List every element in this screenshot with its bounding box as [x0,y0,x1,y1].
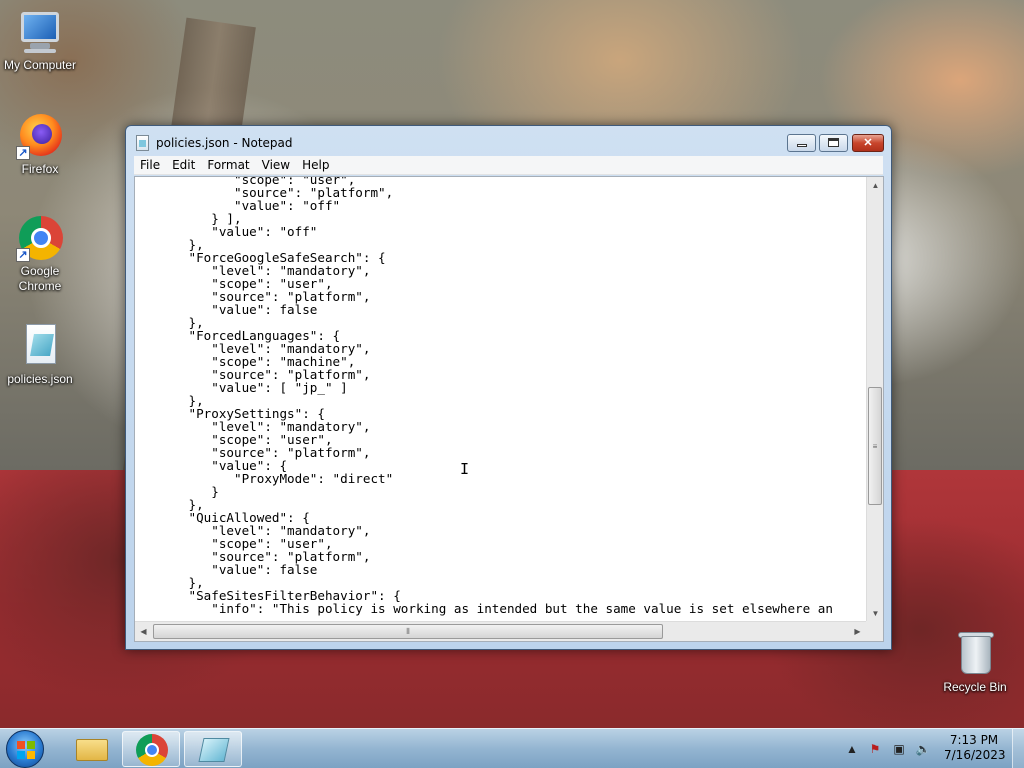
shortcut-arrow-icon: ↗ [16,146,30,160]
recycle-bin-icon [951,630,999,678]
taskbar-chrome-button[interactable] [122,731,180,767]
text-cursor-icon: I [460,460,470,478]
start-button[interactable] [6,730,44,768]
text-content[interactable]: "scope": "user", "source": "platform", "… [143,177,833,615]
desktop-icon-label: Google Chrome [18,264,62,293]
text-area[interactable]: "scope": "user", "source": "platform", "… [135,177,866,622]
menu-format[interactable]: Format [201,156,255,174]
text-line[interactable]: "value": [ "jp_" ] [143,381,833,394]
clock[interactable]: 7:13 PM 7/16/2023 [944,733,1006,763]
scroll-up-button[interactable]: ▲ [867,177,883,194]
maximize-icon [828,138,839,147]
text-editor[interactable]: "scope": "user", "source": "platform", "… [134,176,884,642]
computer-icon [16,8,64,56]
minimize-button[interactable] [787,134,816,152]
text-line[interactable]: } [143,485,833,498]
menu-view[interactable]: View [256,156,296,174]
scroll-left-button[interactable]: ◀ [135,622,152,641]
system-tray: ▲ ⚑ ▣ 🔈 [842,729,952,768]
menu-edit[interactable]: Edit [166,156,201,174]
volume-icon[interactable]: 🔈 [915,742,931,756]
desktop-icon-label: Firefox [21,162,59,176]
horizontal-scroll-thumb[interactable]: ⦀ [153,624,663,639]
chrome-icon: ↗ [16,214,64,262]
taskbar: ▲ ⚑ ▣ 🔈 7:13 PM 7/16/2023 [0,728,1024,768]
scroll-down-button[interactable]: ▼ [867,605,883,622]
text-line[interactable]: "value": "off" [143,225,833,238]
firefox-icon: ↗ [16,112,64,160]
network-icon[interactable]: ▣ [891,742,907,756]
desktop-icon-label: Recycle Bin [943,680,1007,694]
desktop-icon-policies-json[interactable]: policies.json [0,322,80,387]
scrollbar-corner [866,621,883,641]
action-center-flag-icon[interactable]: ⚑ [867,742,883,756]
desktop-icon-firefox[interactable]: ↗ Firefox [0,112,80,177]
title-bar[interactable]: policies.json - Notepad ✕ [126,126,891,158]
vertical-scroll-thumb[interactable]: ≡ [868,387,882,505]
text-line[interactable]: "ProxyMode": "direct" [143,472,833,485]
desktop-icon-label: My Computer [3,58,77,72]
notepad-file-icon [16,322,64,370]
taskbar-explorer-button[interactable] [62,731,120,767]
text-line[interactable]: "value": false [143,563,833,576]
scroll-right-button[interactable]: ▶ [849,622,866,641]
minimize-icon [796,144,807,147]
close-button[interactable]: ✕ [852,134,884,152]
show-hidden-icons-chevron-icon[interactable]: ▲ [844,742,860,756]
text-line[interactable]: "info": "This policy is working as inten… [143,602,833,615]
shortcut-arrow-icon: ↗ [16,248,30,262]
desktop-icon-recycle-bin[interactable]: Recycle Bin [935,630,1015,695]
horizontal-scrollbar[interactable]: ◀ ⦀ ▶ [135,621,866,641]
desktop-icon-my-computer[interactable]: My Computer [0,8,80,73]
notepad-icon [136,135,149,151]
desktop-icon-label: policies.json [7,372,73,386]
desktop-icon-google-chrome[interactable]: ↗ Google Chrome [0,214,80,294]
maximize-button[interactable] [819,134,848,152]
taskbar-notepad-button[interactable] [184,731,242,767]
chrome-center-icon [145,743,159,757]
notepad-icon [198,738,230,762]
close-icon: ✕ [863,137,873,149]
show-desktop-button[interactable] [1012,729,1024,768]
menu-help[interactable]: Help [296,156,335,174]
folder-icon [76,739,108,761]
text-line[interactable]: "value": false [143,303,833,316]
notepad-window[interactable]: policies.json - Notepad ✕ File Edit Form… [125,125,892,650]
menu-bar: File Edit Format View Help [134,156,883,175]
windows-logo-icon [17,741,35,759]
menu-file[interactable]: File [134,156,166,174]
clock-date: 7/16/2023 [944,748,1006,762]
window-title: policies.json - Notepad [156,136,293,150]
vertical-scrollbar[interactable]: ▲ ≡ ▼ [866,177,883,622]
text-line[interactable]: "value": "off" [143,199,833,212]
clock-time: 7:13 PM [949,733,999,747]
